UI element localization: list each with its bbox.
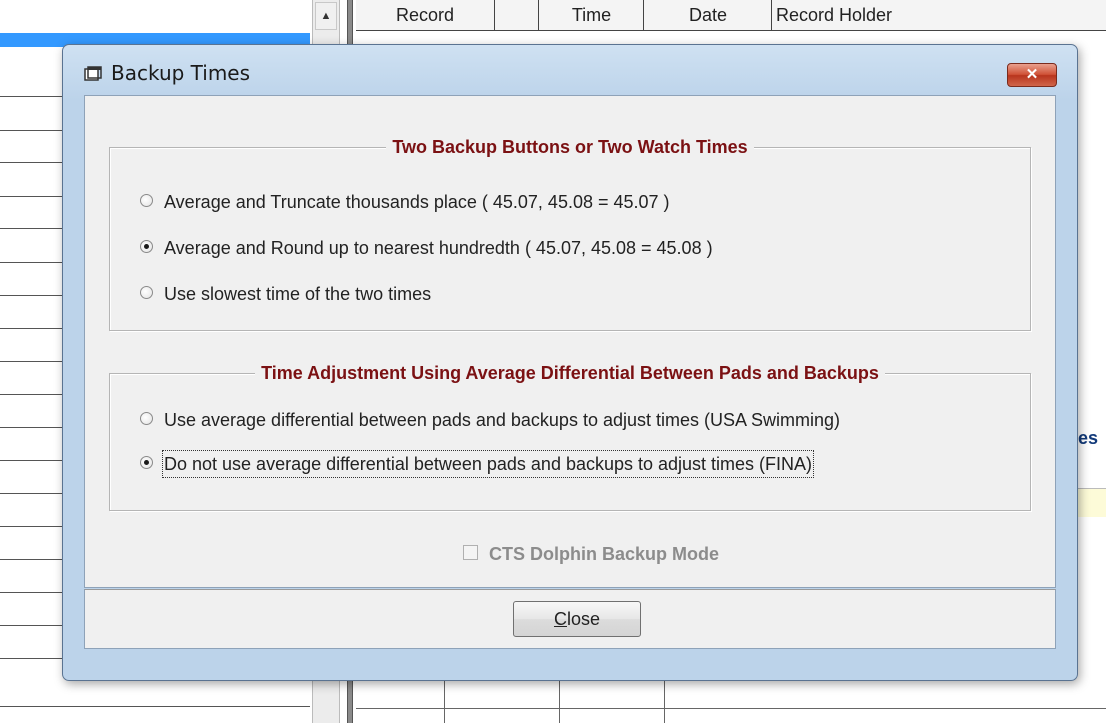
dialog-button-bar: Close xyxy=(84,589,1056,649)
dialog-title: Backup Times xyxy=(111,61,251,85)
column-header-record-holder[interactable]: Record Holder xyxy=(771,0,1106,30)
background-partial-label: es xyxy=(1078,423,1106,453)
dialog-client-area: Two Backup Buttons or Two Watch Times Av… xyxy=(84,95,1056,588)
close-icon: ✕ xyxy=(1025,66,1039,83)
group-legend-time-adjustment: Time Adjustment Using Average Differenti… xyxy=(255,363,885,383)
radio-dot-icon xyxy=(144,244,149,249)
checkbox-label: CTS Dolphin Backup Mode xyxy=(489,544,720,564)
close-window-button[interactable]: ✕ xyxy=(1007,63,1057,87)
radio-button[interactable] xyxy=(140,286,153,299)
scroll-up-arrow-icon[interactable]: ▲ xyxy=(315,2,337,30)
backup-times-dialog: Backup Times ✕ Two Backup Buttons or Two… xyxy=(62,44,1078,681)
option-label: Average and Round up to nearest hundredt… xyxy=(164,238,713,258)
background-highlighted-cell xyxy=(1078,488,1106,517)
group-legend-backup-buttons: Two Backup Buttons or Two Watch Times xyxy=(386,137,754,157)
option-label: Do not use average differential between … xyxy=(161,450,815,478)
option-label: Average and Truncate thousands place ( 4… xyxy=(164,192,670,212)
list-row-divider xyxy=(0,706,310,707)
option-label: Use average differential between pads an… xyxy=(164,410,841,430)
close-button-label: lose xyxy=(566,609,601,629)
records-grid-header: Record Time Date Record Holder xyxy=(356,0,1106,31)
close-button-accelerator: C xyxy=(553,609,567,629)
window-icon xyxy=(84,66,102,81)
column-header-record[interactable]: Record xyxy=(356,0,494,30)
radio-button-selected[interactable] xyxy=(140,240,153,253)
column-header-time[interactable]: Time xyxy=(538,0,644,30)
close-button[interactable]: Close xyxy=(513,601,641,637)
checkbox-box[interactable] xyxy=(463,545,478,560)
radio-button[interactable] xyxy=(140,194,153,207)
radio-button[interactable] xyxy=(140,412,153,425)
radio-button-selected[interactable] xyxy=(140,456,153,469)
column-header-blank[interactable] xyxy=(494,0,539,30)
backup-buttons-group: Two Backup Buttons or Two Watch Times Av… xyxy=(109,137,1031,331)
column-header-date[interactable]: Date xyxy=(643,0,772,30)
option-label: Use slowest time of the two times xyxy=(164,284,432,304)
time-adjustment-group: Time Adjustment Using Average Differenti… xyxy=(109,363,1031,511)
radio-dot-icon xyxy=(144,460,149,465)
grid-row-divider xyxy=(356,708,1106,709)
